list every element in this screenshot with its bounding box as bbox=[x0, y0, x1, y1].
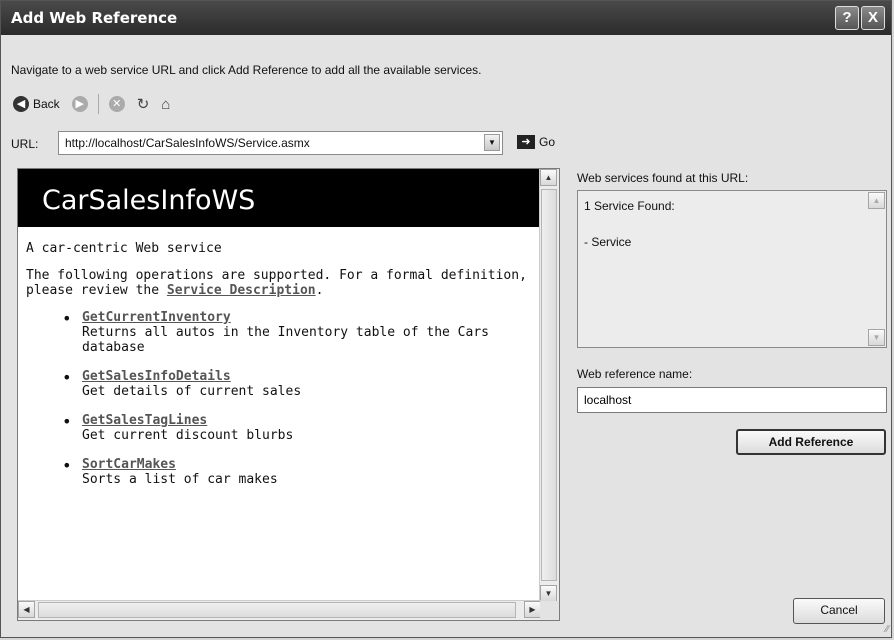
add-reference-button[interactable]: Add Reference bbox=[736, 429, 886, 455]
window-title: Add Web Reference bbox=[11, 9, 178, 27]
browser-pane[interactable]: CarSalesInfoWS A car-centric Web service… bbox=[17, 168, 560, 621]
operation-description: Get details of current sales bbox=[82, 384, 302, 399]
toolbar-separator bbox=[97, 94, 99, 114]
refresh-icon[interactable]: ↻ bbox=[137, 95, 150, 113]
back-button-label[interactable]: Back bbox=[33, 97, 60, 111]
reference-name-input[interactable] bbox=[577, 387, 887, 413]
scroll-down-icon[interactable]: ▼ bbox=[868, 329, 885, 346]
operation-description: Returns all autos in the Inventory table… bbox=[82, 325, 489, 355]
reference-name-label: Web reference name: bbox=[577, 367, 693, 381]
forward-arrow-icon[interactable]: ▶ bbox=[71, 96, 88, 112]
services-list-scrollbar[interactable]: ▲ ▼ bbox=[868, 192, 885, 346]
close-button[interactable]: X bbox=[861, 6, 885, 30]
service-description-link[interactable]: Service Description bbox=[167, 283, 316, 298]
title-bar: Add Web Reference ? X bbox=[1, 1, 891, 35]
home-icon[interactable]: ⌂ bbox=[161, 96, 170, 113]
operations-list: GetCurrentInventory Returns all autos in… bbox=[26, 309, 536, 487]
horizontal-scrollbar[interactable]: ◀ ▶ bbox=[18, 600, 541, 620]
operation-link[interactable]: GetCurrentInventory bbox=[82, 310, 536, 325]
list-item: SortCarMakes Sorts a list of car makes bbox=[62, 456, 536, 487]
go-arrow-icon: ➜ bbox=[517, 135, 535, 149]
operation-description: Sorts a list of car makes bbox=[82, 472, 278, 487]
service-description: A car-centric Web service bbox=[26, 241, 222, 256]
list-item: GetSalesInfoDetails Get details of curre… bbox=[62, 368, 536, 399]
cancel-button[interactable]: Cancel bbox=[793, 598, 885, 624]
resize-grip-icon[interactable]: ∕∕ bbox=[886, 624, 889, 635]
scroll-left-icon[interactable]: ◀ bbox=[18, 601, 35, 618]
scroll-up-icon[interactable]: ▲ bbox=[540, 169, 557, 186]
operations-intro: The following operations are supported. … bbox=[26, 268, 536, 298]
vertical-scroll-thumb[interactable] bbox=[541, 189, 557, 581]
instructions-text: Navigate to a web service URL and click … bbox=[11, 63, 482, 77]
horizontal-scroll-thumb[interactable] bbox=[38, 602, 516, 618]
navigation-toolbar: ◀ Back ▶ ✕ ↻ ⌂ bbox=[13, 93, 182, 115]
services-found-count: 1 Service Found: bbox=[584, 199, 675, 213]
services-found-label: Web services found at this URL: bbox=[577, 171, 749, 185]
scroll-up-icon[interactable]: ▲ bbox=[868, 192, 885, 209]
list-item: GetSalesTagLines Get current discount bl… bbox=[62, 412, 536, 443]
stop-icon[interactable]: ✕ bbox=[108, 96, 125, 112]
back-arrow-icon[interactable]: ◀ bbox=[13, 96, 29, 112]
go-button[interactable]: ➜ Go bbox=[517, 135, 555, 149]
operation-link[interactable]: GetSalesInfoDetails bbox=[82, 369, 536, 384]
url-label: URL: bbox=[11, 137, 39, 151]
service-page-content: A car-centric Web service The following … bbox=[26, 241, 536, 501]
chevron-down-icon[interactable]: ▼ bbox=[484, 134, 500, 151]
help-button[interactable]: ? bbox=[835, 6, 859, 30]
url-value: http://localhost/CarSalesInfoWS/Service.… bbox=[65, 136, 310, 150]
operations-intro-end: . bbox=[315, 283, 324, 298]
operation-description: Get current discount blurbs bbox=[82, 428, 294, 443]
service-title: CarSalesInfoWS bbox=[42, 185, 256, 216]
vertical-scrollbar[interactable]: ▲ ▼ bbox=[539, 169, 559, 602]
url-input[interactable]: http://localhost/CarSalesInfoWS/Service.… bbox=[58, 131, 503, 155]
service-banner: CarSalesInfoWS bbox=[18, 169, 541, 227]
scroll-right-icon[interactable]: ▶ bbox=[524, 601, 541, 618]
operation-link[interactable]: SortCarMakes bbox=[82, 457, 536, 472]
list-item: - Service bbox=[584, 235, 632, 249]
list-item: GetCurrentInventory Returns all autos in… bbox=[62, 309, 536, 355]
add-web-reference-dialog: Add Web Reference ? X Navigate to a web … bbox=[0, 0, 892, 638]
operation-link[interactable]: GetSalesTagLines bbox=[82, 413, 536, 428]
services-found-list[interactable]: 1 Service Found: - Service ▲ ▼ bbox=[577, 190, 887, 348]
go-label: Go bbox=[539, 135, 556, 149]
scroll-down-icon[interactable]: ▼ bbox=[540, 585, 557, 602]
scrollbar-corner bbox=[540, 601, 559, 620]
